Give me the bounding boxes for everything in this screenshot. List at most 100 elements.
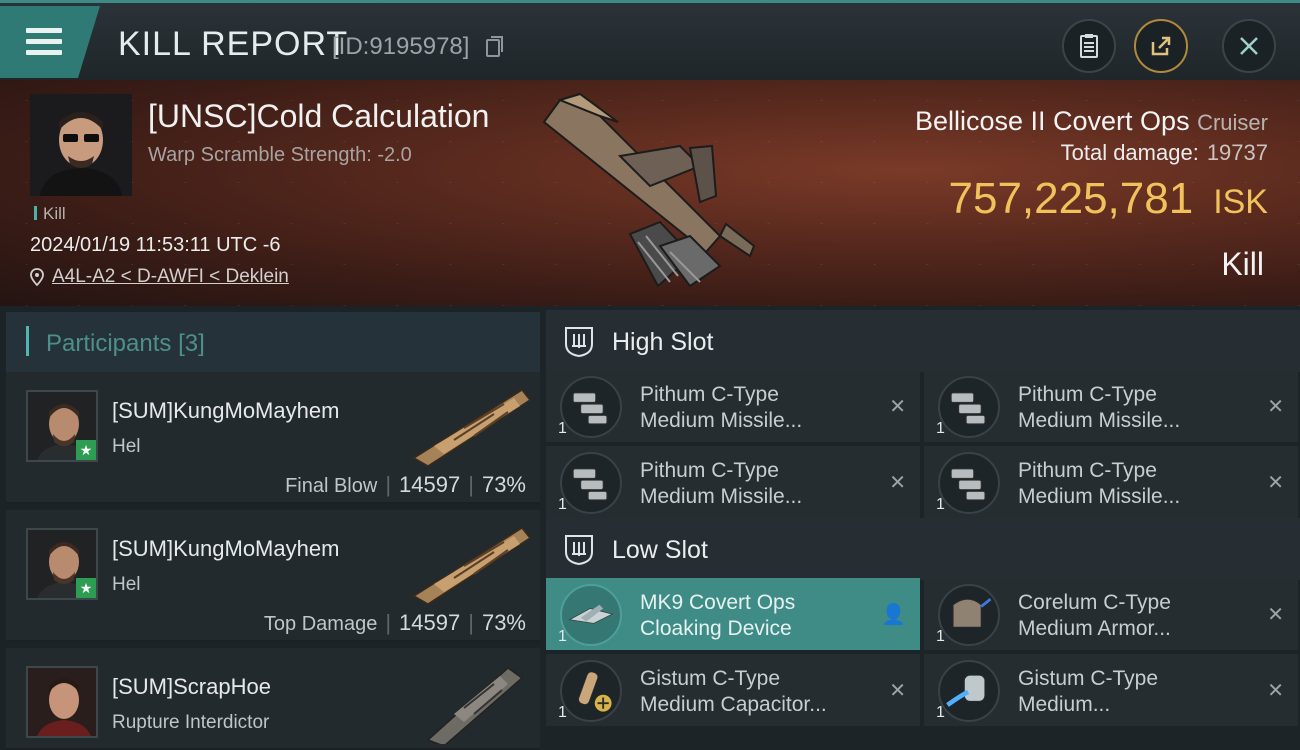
participants-panel: Participants [3] ★ [SUM]KungMoMayhem Hel… (0, 306, 540, 750)
module-slot[interactable]: 1 Pithum C-Type Medium Missile... ✕ (924, 446, 1298, 518)
module-quantity: 1 (558, 420, 567, 437)
participant-ship-image (412, 527, 532, 605)
participants-header: Participants [3] (6, 312, 540, 372)
destroyed-icon: ✕ (1267, 604, 1284, 626)
participant-name[interactable]: [SUM]KungMoMayhem (112, 398, 339, 424)
close-button[interactable] (1222, 19, 1276, 73)
victim-ship-name[interactable]: Bellicose II Covert Ops Cruiser (915, 106, 1268, 137)
module-name-line1: Pithum C-Type (1018, 459, 1157, 482)
total-damage-label: Total damage: (1060, 140, 1199, 165)
kill-location[interactable]: A4L-A2 < D-AWFI < Deklein (30, 266, 289, 288)
module-name-line1: Gistum C-Type (1018, 667, 1159, 690)
participant-name[interactable]: [SUM]KungMoMayhem (112, 536, 339, 562)
module-slot[interactable]: 1 Pithum C-Type Medium Missile... ✕ (546, 446, 920, 518)
missile-launcher-icon (560, 376, 622, 438)
victim-avatar[interactable] (30, 94, 132, 196)
clipboard-button[interactable] (1062, 19, 1116, 73)
header-accent (26, 326, 29, 356)
report-id: [ID:9195978] (332, 33, 470, 60)
participant-avatar[interactable] (26, 666, 98, 738)
module-name-line1: MK9 Covert Ops (640, 591, 796, 614)
module-slot[interactable]: 1 Gistum C-Type Medium... ✕ (924, 654, 1298, 726)
capacitor-module-icon (560, 660, 622, 722)
module-quantity: 1 (936, 496, 945, 513)
module-name-line2: Medium Missile... (640, 485, 803, 508)
module-name: Pithum C-Type Medium Missile... (640, 458, 880, 510)
module-slot[interactable]: 1 Pithum C-Type Medium Missile... ✕ (546, 370, 920, 442)
participant-ship: Hel (112, 436, 141, 457)
participant-row[interactable]: ★ [SUM]KungMoMayhem Hel Final Blow | 14597… (6, 372, 540, 504)
total-damage-value: 19737 (1206, 140, 1268, 165)
module-name-line2: Medium Missile... (640, 409, 803, 432)
participant-stats: Final Blow | 14597 | 73% (285, 472, 526, 497)
destroyed-icon: ✕ (889, 472, 906, 494)
module-name: Corelum C-Type Medium Armor... (1018, 590, 1258, 642)
isk-amount: 757,225,781 (948, 174, 1194, 223)
module-name-line2: Cloaking Device (640, 617, 792, 640)
victim-name[interactable]: [UNSC]Cold Calculation (148, 98, 489, 135)
share-button[interactable] (1134, 19, 1188, 73)
kill-datetime: 2024/01/19 11:53:11 UTC -6 (30, 234, 281, 256)
module-name-line1: Pithum C-Type (640, 459, 779, 482)
module-name-line2: Medium... (1018, 693, 1111, 716)
ship-name-text: Bellicose II Covert Ops (914, 106, 1190, 136)
person-icon: 👤 (881, 604, 906, 626)
isk-unit: ISK (1213, 183, 1268, 221)
participant-row[interactable]: ★ [SUM]KungMoMayhem Hel Top Damage | 14597… (6, 510, 540, 642)
menu-button[interactable] (0, 6, 100, 78)
module-quantity: 1 (936, 420, 945, 437)
share-icon (1151, 36, 1171, 56)
module-slot[interactable]: 1 Corelum C-Type Medium Armor... ✕ (924, 578, 1298, 650)
copy-icon[interactable] (486, 36, 503, 57)
clipboard-icon (1080, 34, 1098, 58)
star-icon: ★ (76, 578, 96, 598)
module-name-line1: Pithum C-Type (640, 383, 779, 406)
high-slot-icon (565, 327, 593, 358)
participants-count: [3] (178, 330, 205, 357)
participants-title: Participants [3] (46, 330, 205, 358)
missile-launcher-icon (938, 452, 1000, 514)
energy-module-icon (938, 660, 1000, 722)
participant-stat-label: Top Damage (263, 613, 378, 635)
low-slot-title: Low Slot (612, 536, 708, 564)
participant-avatar[interactable]: ★ (26, 390, 98, 462)
participant-stats: Top Damage | 14597 | 73% (263, 610, 526, 635)
module-quantity: 1 (558, 628, 567, 645)
participant-avatar[interactable]: ★ (26, 528, 98, 600)
module-name: Pithum C-Type Medium Missile... (1018, 382, 1258, 434)
module-name-line2: Medium Missile... (1018, 485, 1181, 508)
kill-tag: Kill (34, 204, 66, 224)
low-slot-header: Low Slot (546, 518, 1300, 580)
menu-icon-bar (26, 50, 62, 55)
module-name-line2: Medium Armor... (1018, 617, 1171, 640)
participant-percent: 73% (481, 472, 526, 497)
module-name: Pithum C-Type Medium Missile... (1018, 458, 1258, 510)
location-link[interactable]: A4L-A2 < D-AWFI < Deklein (52, 266, 289, 288)
destroyed-icon: ✕ (889, 396, 906, 418)
module-name: Gistum C-Type Medium Capacitor... (640, 666, 880, 718)
module-name: MK9 Covert Ops Cloaking Device (640, 590, 880, 642)
module-quantity: 1 (558, 704, 567, 721)
close-icon (1240, 37, 1258, 55)
participant-ship: Hel (112, 574, 141, 595)
kill-result: Kill (1221, 246, 1264, 282)
module-slot[interactable]: 1 Gistum C-Type Medium Capacitor... ✕ (546, 654, 920, 726)
menu-icon (26, 28, 62, 33)
module-name-line2: Medium Missile... (1018, 409, 1181, 432)
location-pin-icon (30, 268, 44, 286)
destroyed-icon: ✕ (889, 680, 906, 702)
participant-ship-image (412, 389, 532, 467)
victim-ship-image (542, 92, 756, 288)
module-slot[interactable]: 1 Pithum C-Type Medium Missile... ✕ (924, 370, 1298, 442)
participant-ship: Rupture Interdictor (112, 712, 270, 733)
participant-row[interactable]: [SUM]ScrapHoe Rupture Interdictor (6, 648, 540, 750)
destroyed-icon: ✕ (1267, 472, 1284, 494)
participant-name[interactable]: [SUM]ScrapHoe (112, 674, 271, 700)
participant-stat-label: Final Blow (285, 475, 378, 497)
participants-title-text: Participants (46, 330, 172, 357)
module-name: Pithum C-Type Medium Missile... (640, 382, 880, 434)
module-name: Gistum C-Type Medium... (1018, 666, 1258, 718)
low-slot-icon (565, 535, 593, 566)
module-slot-dropped[interactable]: 1 MK9 Covert Ops Cloaking Device 👤 (546, 578, 920, 650)
ship-class: Cruiser (1197, 110, 1268, 135)
